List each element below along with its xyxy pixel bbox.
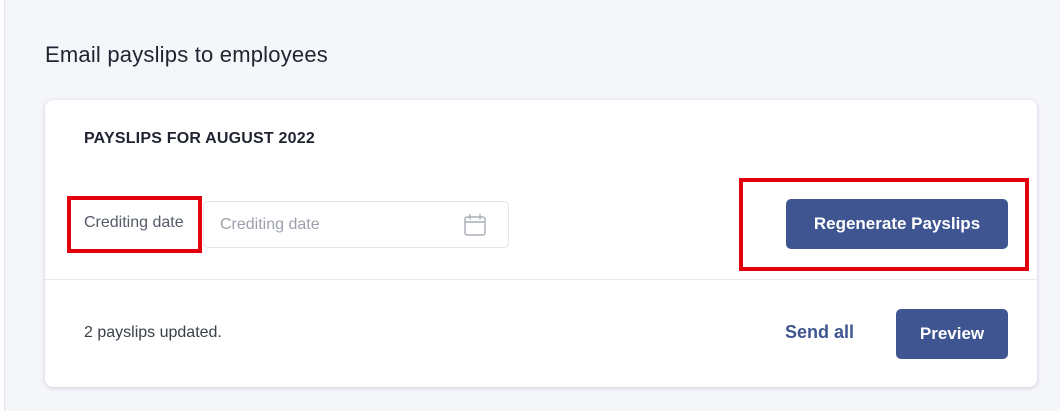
send-all-button[interactable]: Send all [785, 322, 854, 343]
regenerate-payslips-button[interactable]: Regenerate Payslips [786, 199, 1008, 249]
card-divider [45, 279, 1037, 280]
payslips-card: PAYSLIPS FOR AUGUST 2022 Crediting date … [45, 100, 1037, 387]
page-title: Email payslips to employees [45, 42, 328, 67]
preview-button[interactable]: Preview [896, 309, 1008, 359]
crediting-date-field[interactable] [203, 201, 509, 248]
calendar-icon[interactable] [462, 212, 488, 238]
page-container: Email payslips to employees PAYSLIPS FOR… [4, 0, 1060, 411]
crediting-date-input[interactable] [204, 202, 454, 247]
card-heading: PAYSLIPS FOR AUGUST 2022 [84, 130, 315, 147]
status-message: 2 payslips updated. [84, 324, 222, 341]
crediting-date-label: Crediting date [84, 214, 184, 231]
